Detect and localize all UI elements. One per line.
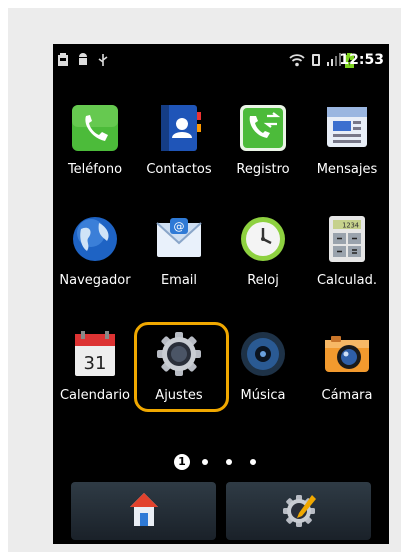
app-telefono[interactable]: Teléfono [53,104,137,177]
calculator-icon: 1234 [323,215,371,263]
page-indicator: 1 [53,453,389,473]
app-label: Teléfono [67,162,123,177]
contacts-icon [155,104,203,152]
clock-icon [239,215,287,263]
home-button[interactable] [71,482,216,540]
app-calculadora[interactable]: 1234 Calculad. [305,215,389,288]
usb-icon [97,53,109,71]
app-calendario[interactable]: 31 Calendario [53,330,137,403]
app-label: Navegador [59,273,131,288]
app-email[interactable]: @ Email [137,215,221,288]
settings-button[interactable] [226,482,371,540]
app-label: Mensajes [316,162,378,177]
page-dot[interactable] [202,459,208,465]
page-dot[interactable] [250,459,256,465]
app-mensajes[interactable]: Mensajes [305,104,389,177]
messages-icon [323,104,371,152]
status-time: 12:53 [339,52,384,68]
android-debug-icon [77,53,89,71]
vibrate-icon [311,53,321,71]
app-musica[interactable]: Música [221,330,305,403]
email-icon: @ [155,215,203,263]
app-label: Calculad. [316,273,377,288]
browser-globe-icon [71,215,119,263]
camera-icon [323,330,371,378]
calendar-icon: 31 [71,330,119,378]
app-label: Calendario [59,388,131,403]
app-label: Música [240,388,286,403]
status-bar: 12:53 [53,44,389,78]
home-icon [129,492,159,532]
app-contactos[interactable]: Contactos [137,104,221,177]
app-reloj[interactable]: Reloj [221,215,305,288]
phone-screen: 12:53 Teléfono Contactos Registro Mensaj… [53,44,389,544]
phone-icon [71,104,119,152]
sd-card-icon [57,53,69,71]
calendar-day-text: 31 [84,353,107,374]
app-registro[interactable]: Registro [221,104,305,177]
app-label: Contactos [146,162,212,177]
calculator-display-text: 1234 [342,222,359,230]
app-label: Reloj [247,273,279,288]
email-at-text: @ [174,220,185,233]
settings-edit-icon [282,492,318,532]
page-dot[interactable] [226,459,232,465]
page-indicator-current[interactable]: 1 [174,454,190,470]
app-label: Cámara [321,388,373,403]
selection-highlight [134,322,229,412]
app-label: Email [160,273,198,288]
call-log-icon [239,104,287,152]
app-camara[interactable]: Cámara [305,330,389,403]
device-frame: 12:53 Teléfono Contactos Registro Mensaj… [8,8,401,552]
music-icon [239,330,287,378]
wifi-icon [289,53,305,71]
app-navegador[interactable]: Navegador [53,215,137,288]
dock [71,482,371,540]
app-label: Registro [236,162,290,177]
